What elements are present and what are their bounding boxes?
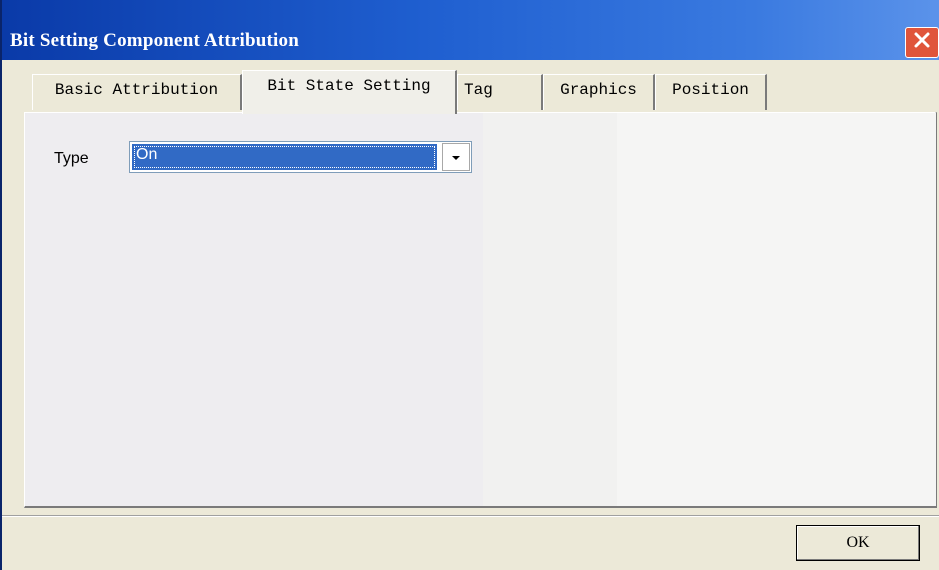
window-title: Bit Setting Component Attribution bbox=[10, 30, 299, 51]
tab-label: Bit State Setting bbox=[267, 77, 431, 95]
tab-label: Graphics bbox=[560, 81, 637, 99]
tab-basic-attribution[interactable]: Basic Attribution bbox=[32, 74, 242, 110]
tab-bit-state-setting[interactable]: Bit State Setting bbox=[242, 70, 457, 114]
tab-strip: Basic Attribution Bit State Setting Tag … bbox=[2, 70, 939, 118]
dialog-window: Bit Setting Component Attribution Basic … bbox=[0, 0, 939, 570]
panel-shade bbox=[483, 113, 617, 506]
close-icon bbox=[912, 30, 932, 55]
type-dropdown-value[interactable]: On bbox=[132, 144, 437, 170]
title-bar[interactable]: Bit Setting Component Attribution bbox=[2, 0, 939, 60]
close-button[interactable] bbox=[905, 27, 939, 58]
tab-label: Tag bbox=[464, 81, 493, 99]
tab-label: Basic Attribution bbox=[54, 81, 219, 99]
dropdown-button[interactable] bbox=[442, 143, 470, 171]
divider bbox=[2, 515, 939, 517]
tab-position[interactable]: Position bbox=[655, 74, 767, 110]
type-label: Type bbox=[54, 150, 89, 167]
ok-button-label: OK bbox=[846, 534, 870, 551]
tab-label: Position bbox=[672, 81, 749, 99]
tab-graphics[interactable]: Graphics bbox=[543, 74, 655, 110]
chevron-down-icon bbox=[451, 148, 461, 166]
tab-tag[interactable]: Tag bbox=[457, 74, 543, 110]
type-dropdown[interactable]: On bbox=[129, 141, 472, 173]
ok-button[interactable]: OK bbox=[796, 525, 920, 561]
panel-shade bbox=[617, 113, 936, 506]
